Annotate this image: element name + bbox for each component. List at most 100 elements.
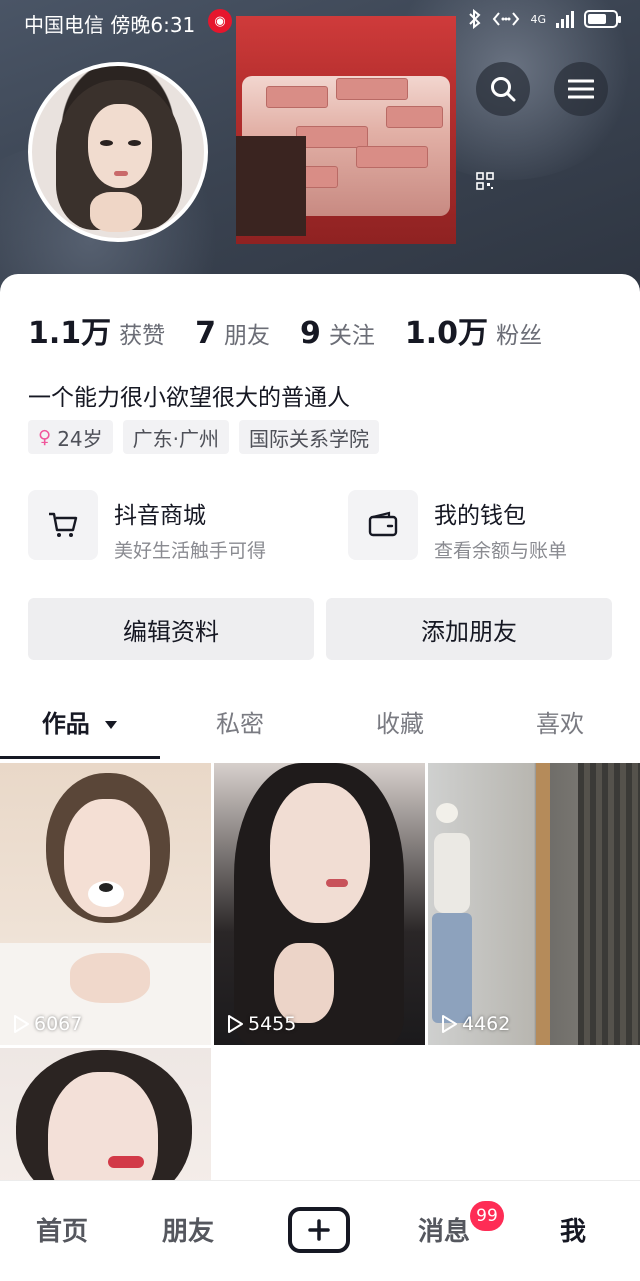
video-thumbnail[interactable]: 4462 [428,763,640,1045]
service-title: 我的钱包 [434,503,526,529]
profile-stats: 1.1万 获赞 7 朋友 9 关注 1.0万 粉丝 [28,308,572,352]
plus-icon [308,1219,330,1241]
play-count: 6067 [12,1013,82,1035]
tab-works-label: 作品 [41,710,90,738]
avatar-eye [128,140,141,146]
play-count: 5455 [226,1013,296,1035]
tab-private[interactable]: 私密 [160,704,320,739]
add-friend-button[interactable]: 添加朋友 [326,598,612,660]
thumb-door-frame [536,763,550,1045]
wallet-entry[interactable]: 我的钱包 查看余额与账单 [348,490,567,563]
profile-tags: ♀ 24岁 广东·广州 国际关系学院 [28,420,379,454]
cart-icon [49,512,78,537]
service-subtitle: 查看余额与账单 [434,540,568,562]
profile-card: 1.1万 获赞 7 朋友 9 关注 1.0万 粉丝 一个能力很小欲望很大的普通人… [0,274,640,1280]
play-count-value: 5455 [248,1013,297,1035]
caret-down-icon [105,721,118,729]
play-icon [14,1015,29,1033]
thumb-face [48,1072,158,1188]
cover-image[interactable] [236,16,456,244]
stat-likes[interactable]: 1.1万 获赞 [28,308,165,352]
thumb-hands [70,953,150,1003]
thumb-window [578,763,640,1045]
wallet-icon-box [348,490,418,560]
play-count-value: 4462 [462,1013,511,1035]
stat-following[interactable]: 9 关注 [300,316,375,351]
douyin-mall-entry[interactable]: 抖音商城 美好生活触手可得 [28,490,266,563]
stat-label: 获赞 [119,323,166,349]
stat-number: 1.0万 [404,316,489,351]
stat-label: 关注 [328,323,375,349]
search-icon [491,77,516,102]
stat-number: 9 [300,316,321,351]
nav-home[interactable]: 首页 [36,1211,88,1248]
bottom-nav: 首页 朋友 消息 99 我 [0,1180,640,1281]
avatar-hand [90,192,142,232]
edit-profile-button[interactable]: 编辑资料 [28,598,314,660]
tag-age: ♀ 24岁 [28,420,113,454]
service-title: 抖音商城 [114,503,206,529]
female-icon: ♀ [38,426,52,448]
tab-works[interactable]: 作品 [0,704,160,739]
thumb-hand [274,943,334,1023]
banknote [296,126,368,148]
profile-bio: 一个能力很小欲望很大的普通人 [28,385,350,411]
play-icon [442,1015,457,1033]
stat-number: 7 [195,316,217,351]
avatar[interactable] [28,62,208,242]
carrier-time: 中国电信 傍晚6:31 [24,13,196,37]
thumb-jeans [432,913,472,1023]
tab-favorites[interactable]: 收藏 [320,704,480,739]
stat-followers[interactable]: 1.0万 粉丝 [405,308,542,352]
play-icon [228,1015,243,1033]
stat-number: 1.1万 [28,316,112,351]
thumb-cap [436,803,458,823]
nav-friends[interactable]: 朋友 [162,1211,214,1248]
tag-school: 国际关系学院 [239,420,379,454]
avatar-eye [100,140,113,146]
menu-icon [568,79,594,99]
stat-friends[interactable]: 7 朋友 [195,316,270,351]
active-tab-indicator [0,756,160,759]
content-tabs: 作品 私密 收藏 喜欢 [0,694,640,760]
profile-banner: 中国电信 傍晚6:31 ◉ 4G [0,0,640,300]
thumb-face [270,783,370,923]
thumb-lips [326,879,348,887]
weibo-icon: ◉ [208,9,232,33]
banknote [386,106,443,128]
wallet-icon [368,511,398,537]
tag-age-label: 24岁 [57,426,103,451]
nav-messages[interactable]: 消息 [418,1211,470,1248]
thumb-lips [108,1156,144,1168]
bluetooth-icon [469,9,481,29]
banknote [266,86,328,108]
stat-label: 粉丝 [496,323,543,349]
nav-me[interactable]: 我 [560,1211,586,1248]
video-thumbnail[interactable] [0,1048,211,1188]
network-type: 4G [530,12,546,26]
search-button[interactable] [476,62,530,116]
cover-shadow [236,136,306,236]
data-transfer-icon [493,12,520,26]
signal-icon [556,10,574,28]
thumb-shirt [434,833,470,913]
tab-likes[interactable]: 喜欢 [480,704,640,739]
create-button[interactable] [288,1207,350,1253]
video-thumbnail[interactable]: 5455 [214,763,425,1045]
video-thumbnail[interactable]: 6067 [0,763,211,1045]
banknote [336,78,408,100]
menu-button[interactable] [554,62,608,116]
qr-code-icon[interactable] [476,172,494,190]
tag-location: 广东·广州 [122,420,229,454]
cart-icon-box [28,490,98,560]
service-subtitle: 美好生活触手可得 [114,540,267,562]
battery-icon [584,10,621,28]
stat-label: 朋友 [224,323,271,349]
avatar-lips [114,171,128,176]
play-count-value: 6067 [34,1013,83,1035]
messages-badge: 99 [470,1201,504,1231]
play-count: 4462 [440,1013,510,1035]
dog-nose [99,883,113,892]
status-icons: 4G [468,9,621,29]
banknote [356,146,428,168]
